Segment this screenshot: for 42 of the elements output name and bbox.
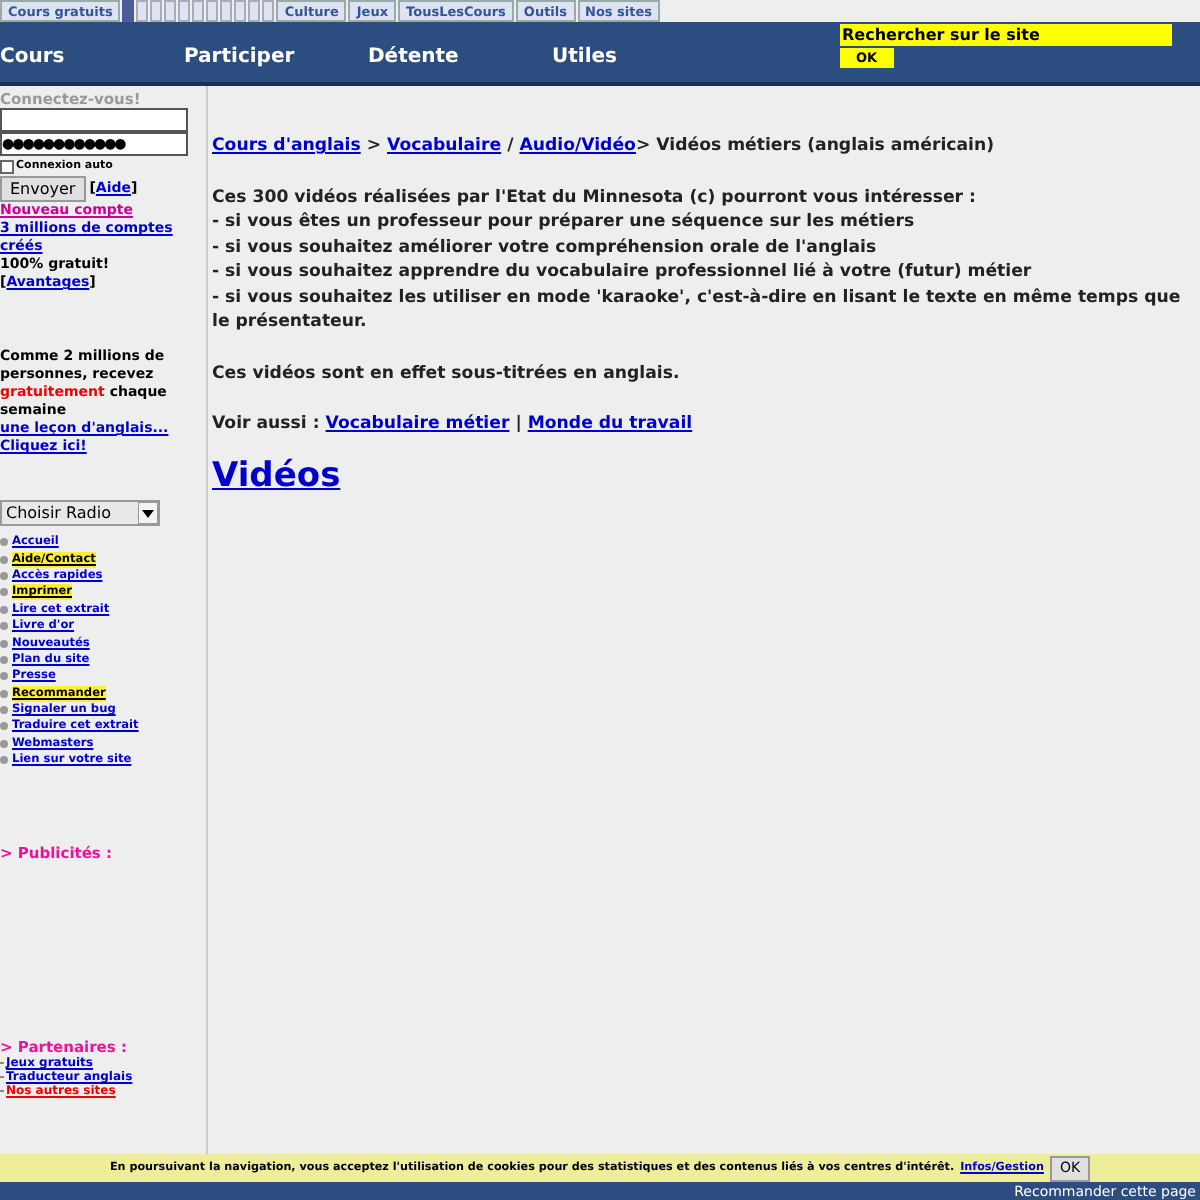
bullet-icon [0, 588, 8, 597]
site-tab[interactable] [122, 0, 135, 22]
bullet-icon [0, 538, 8, 547]
intro-line: - si vous êtes un professeur pour préparer une séquence sur les métiers [212, 210, 917, 235]
bullet-icon [0, 555, 8, 564]
nav-link[interactable]: Cours [0, 42, 184, 72]
auto-login-checkbox[interactable] [0, 160, 14, 174]
breadcrumb-link[interactable]: Audio/Vidéo [519, 134, 636, 159]
bullet-icon [0, 605, 8, 614]
radio-select[interactable]: Choisir Radio [0, 500, 160, 526]
breadcrumb-link[interactable]: Cours d'anglais [212, 134, 361, 159]
search-field[interactable]: Rechercher sur le site [840, 24, 1172, 46]
breadcrumb-current: > Vidéos métiers (anglais américain) [635, 134, 995, 159]
intro-line: - si vous souhaitez apprendre du vocabulaire professionnel lié à votre (futur) métier [212, 260, 1034, 285]
bullet-icon [0, 739, 8, 748]
intro-line: - si vous souhaitez les utiliser en mode 'karaoke', c'est-à-dire en lisant le texte en même temps que le présentateur. [212, 285, 1183, 335]
section-heading[interactable]: Vidéos [212, 453, 1188, 497]
bullet-icon [0, 672, 8, 681]
username-field[interactable] [0, 108, 188, 132]
nav-link[interactable]: Détente [368, 42, 552, 72]
bullet-icon [0, 706, 8, 715]
see-also-label: Voir aussi : [212, 412, 320, 437]
intro-line: - si vous souhaitez améliorer votre compréhension orale de l'anglais [212, 235, 879, 260]
intro-line: Ces 300 vidéos réalisées par l'Etat du Minnesota (c) pourront vous intéresser : [212, 185, 978, 210]
bullet-icon [0, 571, 8, 580]
bullet-icon [0, 722, 8, 731]
subtitles-note: Ces vidéos sont en effet sous-titrées en anglais. [212, 361, 682, 386]
dropdown-arrow-icon [138, 502, 158, 524]
breadcrumb-link[interactable]: Vocabulaire [387, 134, 502, 159]
see-also-link[interactable]: Monde du travail [527, 412, 693, 437]
submit-button[interactable]: Envoyer [0, 176, 86, 202]
nav-link[interactable]: Utiles [552, 42, 736, 72]
breadcrumb-separator: > [366, 134, 382, 159]
bullet-icon [0, 756, 8, 765]
nav-link[interactable]: Participer [184, 42, 368, 72]
link-separator: | [515, 412, 522, 437]
bullet-icon [0, 655, 8, 664]
bullet-icon [0, 622, 8, 631]
bullet-icon [0, 689, 8, 698]
see-also-link[interactable]: Vocabulaire métier [325, 412, 510, 437]
breadcrumb-separator: / [507, 134, 514, 159]
bullet-icon [0, 639, 8, 648]
